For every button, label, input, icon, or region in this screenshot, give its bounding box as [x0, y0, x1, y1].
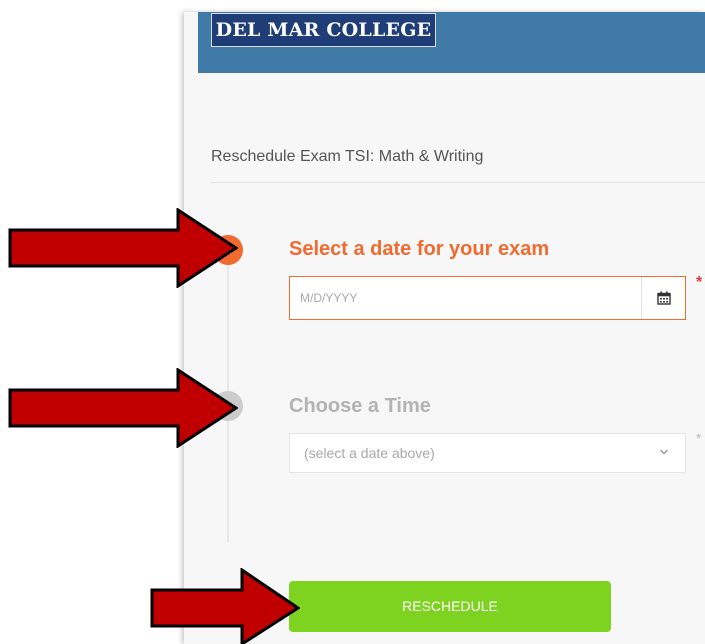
reschedule-button[interactable]: RESCHEDULE: [289, 581, 611, 632]
step-1-title: Select a date for your exam: [289, 238, 550, 260]
annotation-arrow-step-2: [8, 368, 238, 448]
time-required-marker: *: [696, 430, 702, 446]
chevron-down-icon: [660, 449, 668, 455]
date-required-marker: *: [696, 274, 703, 291]
annotation-arrow-step-1: [8, 208, 238, 288]
calendar-icon: [656, 291, 671, 305]
college-logo: DEL MAR COLLEGE: [211, 13, 436, 47]
date-input[interactable]: [290, 277, 642, 319]
calendar-button[interactable]: [641, 277, 685, 319]
time-select-value: (select a date above): [304, 445, 435, 461]
step-2-title: Choose a Time: [289, 395, 431, 417]
time-select[interactable]: (select a date above): [289, 433, 686, 473]
date-picker: [289, 276, 686, 320]
annotation-arrow-reschedule: [150, 568, 300, 644]
page-title: Reschedule Exam TSI: Math & Writing: [211, 148, 484, 165]
title-divider: [211, 182, 705, 183]
